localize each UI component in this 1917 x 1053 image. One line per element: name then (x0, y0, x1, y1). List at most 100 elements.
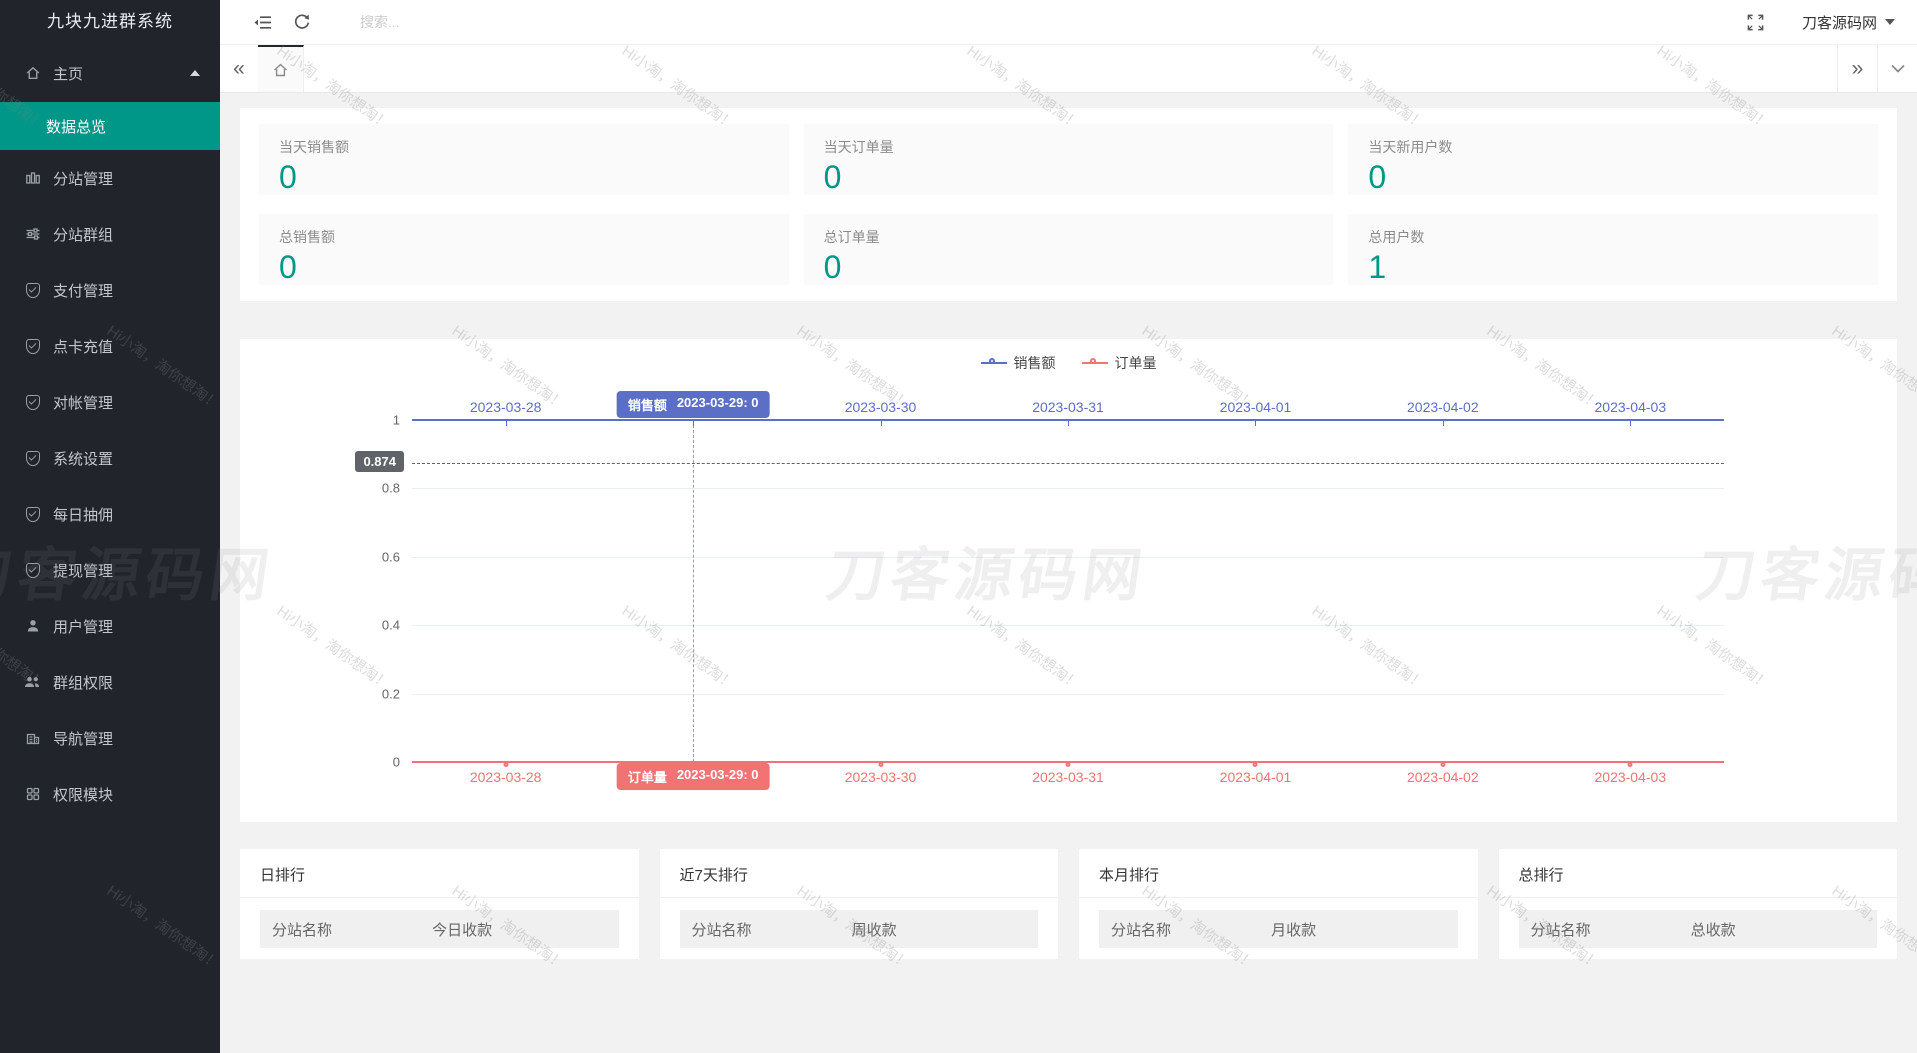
stat-card-total-orders: 总订单量 0 (804, 214, 1334, 285)
sidebar-item-label: 分站管理 (53, 168, 113, 189)
x-date-label: 2023-04-02 (1407, 769, 1479, 785)
sidebar-item-home[interactable]: 主页 (0, 44, 220, 102)
average-markline (412, 463, 1724, 464)
data-point[interactable] (878, 762, 883, 767)
sidebar-item-permission-modules[interactable]: 权限模块 (0, 766, 220, 822)
rank-panel-total: 总排行 分站名称 总收款 (1499, 849, 1898, 959)
x-date-label: 2023-04-03 (1595, 769, 1667, 785)
tab-home[interactable] (258, 45, 304, 92)
refresh-icon[interactable] (282, 0, 322, 45)
sidebar-item-label: 主页 (53, 63, 83, 84)
stat-value: 1 (1368, 251, 1858, 283)
building-icon (24, 730, 41, 747)
sidebar-item-label: 支付管理 (53, 280, 113, 301)
home-tab-icon (272, 62, 289, 78)
sidebar-item-label: 权限模块 (53, 784, 113, 805)
markline-value-badge: 0.874 (355, 451, 404, 472)
stat-card-today-sales: 当天销售额 0 (259, 124, 789, 195)
data-point[interactable] (1440, 762, 1445, 767)
axis-tick (1068, 421, 1069, 426)
columns-icon (24, 170, 41, 187)
rank-col-amount: 今日收款 (432, 919, 492, 940)
content: 当天销售额 0 当天订单量 0 当天新用户数 0 总销售额 0 总订单量 0 总… (220, 93, 1917, 959)
tabs-menu-icon[interactable] (1877, 45, 1917, 92)
grid-icon (24, 786, 41, 803)
sidebar-item-substation-manage[interactable]: 分站管理 (0, 150, 220, 206)
data-point[interactable] (1628, 762, 1633, 767)
shield-check-icon (24, 338, 41, 355)
legend-item-sales[interactable]: 销售额 (981, 353, 1056, 373)
stat-label: 总销售额 (279, 227, 769, 247)
y-tick-label: 0.8 (382, 481, 400, 496)
stat-card-today-new-users: 当天新用户数 0 (1348, 124, 1878, 195)
tooltip-series-name: 订单量 (628, 767, 667, 786)
rank-col-amount: 月收款 (1271, 919, 1316, 940)
sidebar-item-system-settings[interactable]: 系统设置 (0, 430, 220, 486)
sidebar-item-navigation-manage[interactable]: 导航管理 (0, 710, 220, 766)
collapse-sidebar-icon[interactable] (242, 0, 282, 45)
sidebar-item-withdrawal-manage[interactable]: 提现管理 (0, 542, 220, 598)
x-date-label: 2023-03-30 (845, 399, 917, 415)
legend-line-icon (1082, 358, 1108, 368)
data-point[interactable] (1066, 762, 1071, 767)
chart-plot-area: 1 0.8 0.6 0.4 0.2 0 0.874 (412, 420, 1724, 762)
stat-value: 0 (824, 161, 1314, 193)
x-date-label: 2023-03-30 (845, 769, 917, 785)
gridline (412, 557, 1724, 558)
data-point[interactable] (503, 762, 508, 767)
stat-label: 当天新用户数 (1368, 137, 1858, 157)
rank-col-site-name: 分站名称 (260, 919, 432, 940)
sidebar-item-group-permissions[interactable]: 群组权限 (0, 654, 220, 710)
sidebar-item-substation-groups[interactable]: 分站群组 (0, 206, 220, 262)
username: 刀客源码网 (1802, 12, 1877, 33)
users-icon (24, 674, 41, 691)
rank-title: 近7天排行 (660, 849, 1059, 898)
rank-col-site-name: 分站名称 (1519, 919, 1691, 940)
tabbar: « » (220, 45, 1917, 93)
legend-item-orders[interactable]: 订单量 (1082, 353, 1157, 373)
stat-label: 总订单量 (824, 227, 1314, 247)
rank-table-header: 分站名称 总收款 (1519, 910, 1878, 948)
shield-check-icon (24, 282, 41, 299)
user-menu[interactable]: 刀客源码网 (1802, 12, 1895, 33)
data-point[interactable] (1253, 762, 1258, 767)
sidebar-item-user-manage[interactable]: 用户管理 (0, 598, 220, 654)
user-icon (24, 618, 41, 635)
topbar: 刀客源码网 (220, 0, 1917, 45)
legend-line-icon (981, 358, 1007, 368)
main-area: 刀客源码网 « » 当天销售额 0 当天订单量 0 (220, 0, 1917, 1053)
sidebar-item-label: 点卡充值 (53, 336, 113, 357)
x-date-label: 2023-03-31 (1032, 399, 1104, 415)
gridline (412, 694, 1724, 695)
gridline (412, 625, 1724, 626)
rank-col-amount: 周收款 (852, 919, 897, 940)
rank-title: 本月排行 (1079, 849, 1478, 898)
sliders-icon (24, 226, 41, 243)
x-date-label: 2023-03-28 (470, 399, 542, 415)
stat-card-today-orders: 当天订单量 0 (804, 124, 1334, 195)
sidebar-item-data-overview[interactable]: 数据总览 (0, 102, 220, 150)
tabs-scroll-right-icon[interactable]: » (1837, 45, 1877, 92)
rank-col-site-name: 分站名称 (1099, 919, 1271, 940)
sidebar-item-card-recharge[interactable]: 点卡充值 (0, 318, 220, 374)
stat-value: 0 (1368, 161, 1858, 193)
axis-tick (506, 421, 507, 426)
tabs-scroll-left-icon[interactable]: « (220, 45, 258, 92)
app-title: 九块九进群系统 (0, 0, 220, 44)
fullscreen-icon[interactable] (1736, 0, 1776, 45)
legend-label: 销售额 (1014, 353, 1056, 373)
sidebar-item-daily-commission[interactable]: 每日抽佣 (0, 486, 220, 542)
sidebar-item-reconciliation[interactable]: 对帐管理 (0, 374, 220, 430)
shield-check-icon (24, 450, 41, 467)
axis-tick (1255, 421, 1256, 426)
sidebar-item-label: 提现管理 (53, 560, 113, 581)
search-input[interactable] (360, 14, 620, 30)
sidebar-item-label: 系统设置 (53, 448, 113, 469)
tooltip-value: 2023-03-29: 0 (677, 395, 759, 414)
y-tick-label: 1 (393, 413, 400, 428)
sidebar-item-label: 分站群组 (53, 224, 113, 245)
rank-table-header: 分站名称 月收款 (1099, 910, 1458, 948)
sidebar-item-payment-manage[interactable]: 支付管理 (0, 262, 220, 318)
x-date-label: 2023-04-01 (1220, 399, 1292, 415)
stat-card-total-users: 总用户数 1 (1348, 214, 1878, 285)
